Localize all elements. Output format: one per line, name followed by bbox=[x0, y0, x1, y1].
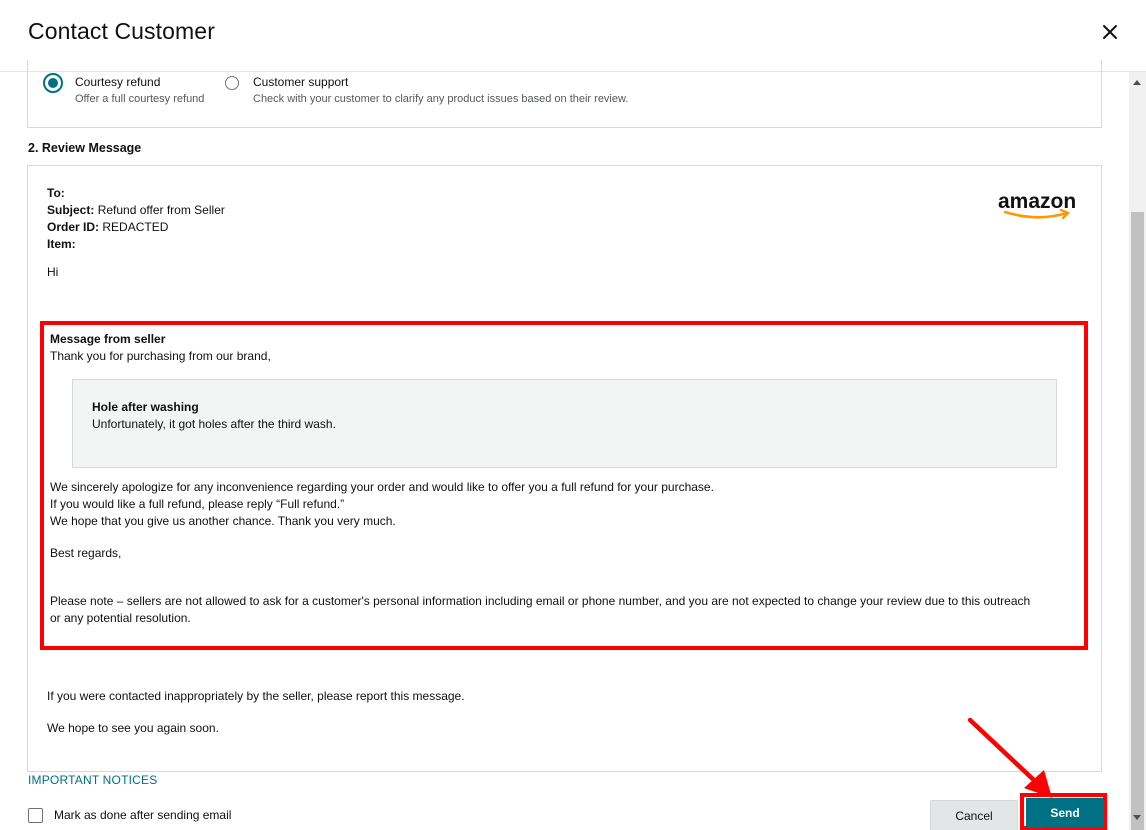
scroll-up-icon[interactable] bbox=[1133, 80, 1141, 85]
review-text: Unfortunately, it got holes after the th… bbox=[92, 417, 336, 431]
dialog-title: Contact Customer bbox=[28, 18, 215, 44]
annotation-arrow bbox=[967, 717, 1052, 798]
amazon-logo: amazon bbox=[998, 190, 1076, 220]
mark-done-label[interactable]: Mark as done after sending email bbox=[54, 808, 231, 822]
subject-label: Subject: bbox=[47, 203, 95, 217]
amazon-logo-text: amazon bbox=[998, 190, 1076, 213]
important-notices-link[interactable]: IMPORTANT NOTICES bbox=[28, 773, 157, 787]
order-label: Order ID: bbox=[47, 220, 100, 234]
courtesy-refund-description: Offer a full courtesy refund bbox=[75, 93, 205, 105]
review-title: Hole after washing bbox=[92, 400, 199, 414]
seller-intro: Thank you for purchasing from our brand, bbox=[50, 349, 271, 363]
subject-line: Subject: Refund offer from Seller bbox=[47, 203, 225, 217]
customer-support-description: Check with your customer to clarify any … bbox=[253, 93, 629, 105]
policy-note-line1: Please note – sellers are not allowed to… bbox=[50, 594, 1031, 608]
customer-support-radio[interactable] bbox=[225, 76, 239, 90]
apology-line: We sincerely apologize for any inconveni… bbox=[50, 480, 714, 494]
review-message-title: 2. Review Message bbox=[28, 141, 142, 155]
item-label: Item: bbox=[47, 237, 76, 251]
refund-instruction-line: If you would like a full refund, please … bbox=[50, 497, 345, 511]
scroll-down-icon[interactable] bbox=[1133, 815, 1141, 820]
mark-done-checkbox[interactable] bbox=[28, 808, 43, 823]
seller-message-heading: Message from seller bbox=[50, 332, 166, 346]
report-text: If you were contacted inappropriately by… bbox=[47, 689, 465, 703]
to-line: To: bbox=[47, 186, 65, 200]
courtesy-refund-label[interactable]: Courtesy refund bbox=[75, 75, 160, 89]
to-label: To: bbox=[47, 186, 65, 200]
greeting: Hi bbox=[47, 265, 59, 279]
cancel-button[interactable]: Cancel bbox=[930, 800, 1018, 830]
policy-note-line2: or any potential resolution. bbox=[50, 611, 191, 625]
order-line: Order ID: REDACTED bbox=[47, 220, 168, 234]
item-line: Item: bbox=[47, 237, 76, 251]
scrollbar[interactable] bbox=[1129, 72, 1146, 830]
subject-value: Refund offer from Seller bbox=[97, 203, 225, 217]
another-chance-line: We hope that you give us another chance.… bbox=[50, 514, 396, 528]
order-value: REDACTED bbox=[102, 220, 169, 234]
signoff-text: We hope to see you again soon. bbox=[47, 721, 219, 735]
customer-support-label[interactable]: Customer support bbox=[253, 75, 348, 89]
closing-line: Best regards, bbox=[50, 546, 122, 560]
scrollbar-thumb[interactable] bbox=[1131, 212, 1144, 830]
close-icon[interactable] bbox=[1098, 20, 1122, 44]
courtesy-refund-radio[interactable] bbox=[43, 73, 63, 93]
